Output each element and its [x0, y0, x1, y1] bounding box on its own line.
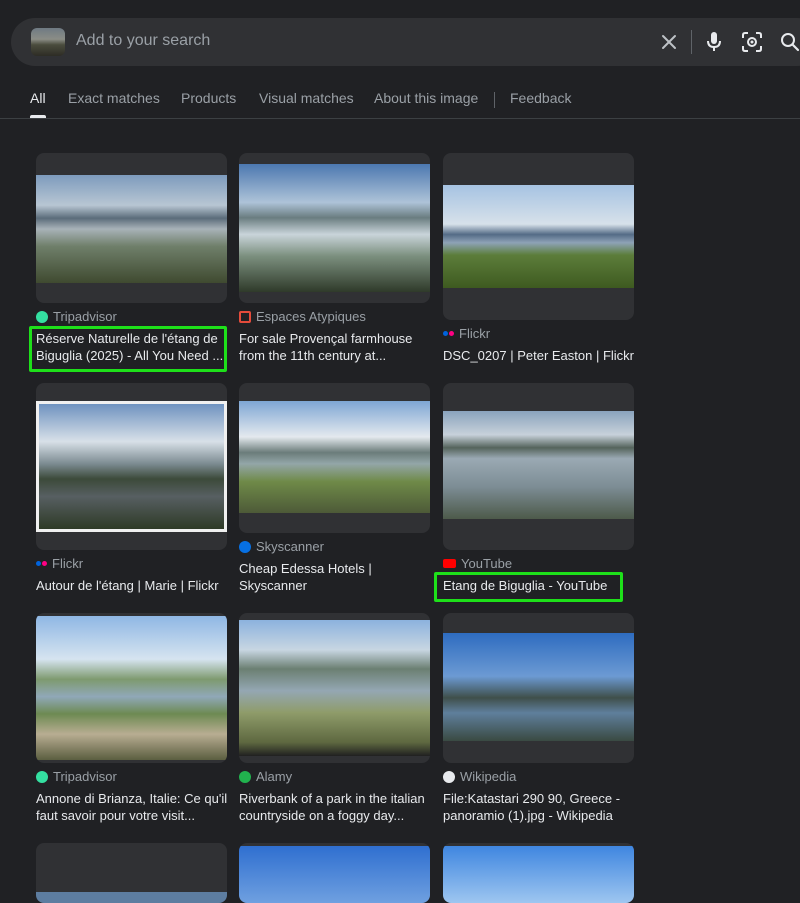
result-title[interactable]: For sale Provençal farmhouse from the 11… — [239, 330, 431, 364]
search-icon[interactable] — [778, 30, 800, 54]
result-source[interactable]: Tripadvisor — [36, 309, 117, 324]
active-tab-indicator — [30, 115, 46, 118]
query-image-thumbnail[interactable] — [31, 28, 65, 56]
result-image[interactable] — [239, 153, 430, 303]
tab-visual-matches[interactable]: Visual matches — [259, 90, 354, 106]
espaces-atypiques-icon — [239, 310, 251, 323]
tab-exact-matches[interactable]: Exact matches — [68, 90, 160, 106]
result-source[interactable]: Flickr — [443, 326, 490, 341]
result-title[interactable]: Cheap Edessa Hotels | Skyscanner — [239, 560, 431, 594]
result-image[interactable] — [443, 383, 634, 550]
search-divider — [691, 30, 692, 54]
wikipedia-icon — [443, 770, 455, 783]
tab-about-this-image[interactable]: About this image — [374, 90, 478, 106]
result-title[interactable]: Annone di Brianza, Italie: Ce qu'il faut… — [36, 790, 228, 824]
result-image[interactable] — [36, 153, 227, 303]
result-image[interactable] — [443, 613, 634, 763]
skyscanner-icon — [239, 540, 251, 553]
flickr-icon — [443, 331, 454, 336]
alamy-icon — [239, 770, 251, 783]
search-bar[interactable]: Add to your search — [11, 18, 800, 66]
result-title[interactable]: File:Katastari 290 90, Greece - panorami… — [443, 790, 635, 824]
result-image[interactable] — [443, 843, 634, 903]
result-image[interactable] — [239, 383, 430, 533]
result-source[interactable]: Tripadvisor — [36, 769, 117, 784]
result-title[interactable]: Riverbank of a park in the italian count… — [239, 790, 431, 824]
search-input[interactable]: Add to your search — [76, 32, 210, 50]
search-tabs: All Exact matches Products Visual matche… — [0, 80, 800, 119]
result-title[interactable]: DSC_0207 | Peter Easton | Flickr — [443, 347, 635, 364]
result-source[interactable]: Alamy — [239, 769, 292, 784]
result-source[interactable]: Wikipedia — [443, 769, 516, 784]
flickr-icon — [36, 561, 47, 566]
close-icon[interactable] — [657, 30, 681, 54]
result-image[interactable] — [443, 153, 634, 320]
tripadvisor-icon — [36, 770, 48, 783]
tripadvisor-icon — [36, 310, 48, 323]
result-source[interactable]: Skyscanner — [239, 539, 324, 554]
result-image[interactable] — [239, 613, 430, 763]
result-image[interactable] — [36, 383, 227, 550]
result-source[interactable]: YouTube — [443, 556, 512, 571]
tab-feedback[interactable]: Feedback — [510, 90, 571, 106]
microphone-icon[interactable] — [702, 30, 726, 54]
result-source[interactable]: Flickr — [36, 556, 83, 571]
tab-products[interactable]: Products — [181, 90, 236, 106]
result-source[interactable]: Espaces Atypiques — [239, 309, 366, 324]
tab-all[interactable]: All — [30, 90, 46, 106]
tab-divider — [494, 92, 495, 108]
highlight-box — [434, 572, 623, 602]
result-title[interactable]: Autour de l'étang | Marie | Flickr — [36, 577, 228, 594]
result-image[interactable] — [239, 843, 430, 903]
lens-camera-icon[interactable] — [740, 30, 764, 54]
highlight-box — [29, 326, 227, 372]
result-image[interactable] — [36, 843, 227, 903]
result-image[interactable] — [36, 613, 227, 763]
youtube-icon — [443, 559, 456, 568]
